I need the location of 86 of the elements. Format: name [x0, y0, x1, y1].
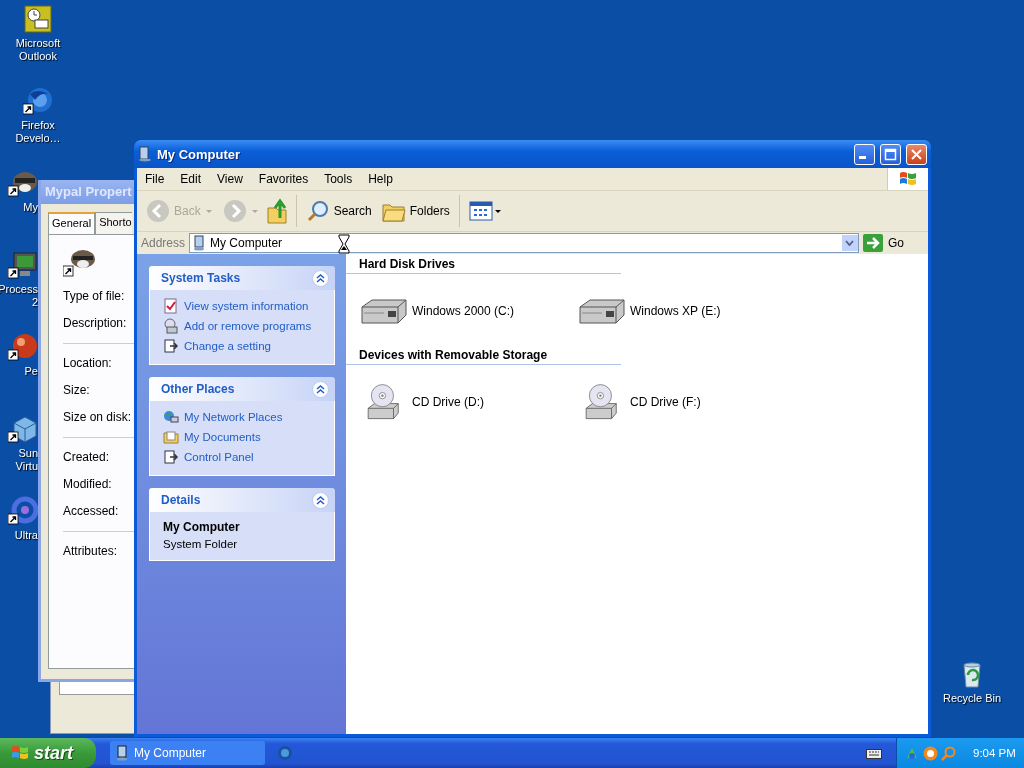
task-link[interactable]: Change a setting — [184, 340, 271, 352]
panel-header[interactable]: System Tasks — [149, 266, 335, 290]
collapse-icon[interactable] — [312, 491, 329, 509]
raccoon-icon — [63, 247, 97, 277]
folder-up-icon[interactable] — [265, 198, 290, 224]
keyboard-icon[interactable] — [866, 747, 882, 759]
document-check-icon — [163, 298, 179, 314]
folders-button[interactable]: Folders — [378, 198, 453, 224]
collapse-icon[interactable] — [312, 380, 329, 398]
panel-header[interactable]: Other Places — [149, 377, 335, 401]
computer-icon — [116, 745, 129, 761]
caret-icon — [250, 207, 259, 215]
address-field[interactable]: My Computer — [189, 233, 859, 253]
group-header: Hard Disk Drives — [346, 257, 621, 274]
task-link[interactable]: My Documents — [184, 431, 261, 443]
tab[interactable]: General — [48, 212, 96, 234]
group-header: Devices with Removable Storage — [346, 348, 621, 365]
flag-logo-icon — [10, 744, 30, 762]
task-link[interactable]: Add or remove programs — [184, 320, 312, 332]
details-description: System Folder — [163, 538, 239, 550]
close-button[interactable] — [906, 143, 927, 165]
menu-item[interactable]: Favorites — [250, 172, 317, 186]
menu-item[interactable]: View — [209, 172, 251, 186]
taskbar-button[interactable]: My Computer — [110, 741, 265, 765]
task-link[interactable]: View system information — [184, 300, 309, 312]
icon-label[interactable]: Firefox Develo… — [15, 119, 61, 145]
caret-icon — [204, 207, 213, 215]
task-link[interactable]: Control Panel — [184, 451, 254, 463]
icon-label[interactable]: Process 2 — [0, 283, 38, 309]
icon-label[interactable]: Microsoft Outlook — [15, 37, 61, 63]
maximize-button[interactable] — [880, 143, 901, 165]
field-label: Created: — [63, 450, 111, 464]
minimize-button[interactable] — [854, 143, 875, 165]
panel-arrow-icon — [163, 449, 179, 465]
window-title: My Computer — [157, 146, 242, 162]
go-button[interactable]: Go — [863, 234, 924, 252]
network-globe-icon — [163, 409, 179, 425]
app-icon — [23, 86, 53, 116]
clock: 9:04 PM — [973, 747, 1016, 759]
app-icon — [8, 496, 38, 526]
flag-logo-icon — [898, 170, 918, 188]
menu-item[interactable]: Help — [360, 172, 401, 186]
icon-label[interactable]: Sun Virtu — [15, 447, 38, 473]
chevron-down-icon — [845, 240, 855, 246]
dropdown-button[interactable] — [842, 235, 858, 251]
icon-label[interactable]: Ultra — [14, 529, 38, 542]
panel-header[interactable]: Details — [149, 488, 335, 512]
drive-label[interactable]: Windows 2000 (C:) — [412, 304, 515, 318]
field-label: Accessed: — [63, 504, 120, 518]
icon-label[interactable]: My — [23, 201, 38, 214]
folder-icon — [163, 429, 179, 445]
task-link[interactable]: My Network Places — [184, 411, 283, 423]
app-icon — [8, 414, 38, 444]
field-label: Attributes: — [63, 544, 119, 558]
menu-item[interactable]: Tools — [316, 172, 361, 186]
icon-label[interactable]: Pe — [24, 365, 38, 378]
app-icon — [8, 250, 38, 280]
menu-item[interactable]: Edit — [172, 172, 210, 186]
field-label: Size on disk: — [63, 410, 133, 424]
app-icon — [8, 332, 38, 362]
computer-icon — [138, 146, 152, 162]
drive-label[interactable]: CD Drive (F:) — [630, 395, 701, 409]
views-icon — [468, 201, 501, 221]
field-label: Size: — [63, 383, 91, 397]
panel-arrow-icon — [163, 338, 179, 354]
address-label: Address — [141, 236, 186, 250]
app-icon — [23, 4, 53, 34]
arrow-right-icon — [863, 234, 883, 252]
search-button[interactable]: Search — [302, 197, 375, 225]
details-name: My Computer — [163, 520, 241, 534]
field-label: Modified: — [63, 477, 113, 491]
globe-icon[interactable] — [277, 745, 293, 761]
drive-label[interactable]: Windows XP (E:) — [630, 304, 721, 318]
start-button[interactable]: start — [0, 738, 96, 768]
field-label: Type of file: — [63, 289, 126, 303]
search-icon — [305, 199, 330, 223]
field-label: Location: — [63, 356, 113, 370]
tray-icon[interactable] — [923, 745, 938, 761]
computer-icon — [193, 235, 207, 251]
field-label: Description: — [63, 316, 128, 330]
tab[interactable]: Shorto — [95, 212, 132, 234]
minimize-icon — [859, 155, 866, 159]
collapse-icon[interactable] — [312, 269, 329, 287]
icon-label[interactable]: Recycle Bin — [942, 692, 1002, 705]
drive-label[interactable]: CD Drive (D:) — [412, 395, 484, 409]
disc-box-icon — [163, 318, 179, 334]
